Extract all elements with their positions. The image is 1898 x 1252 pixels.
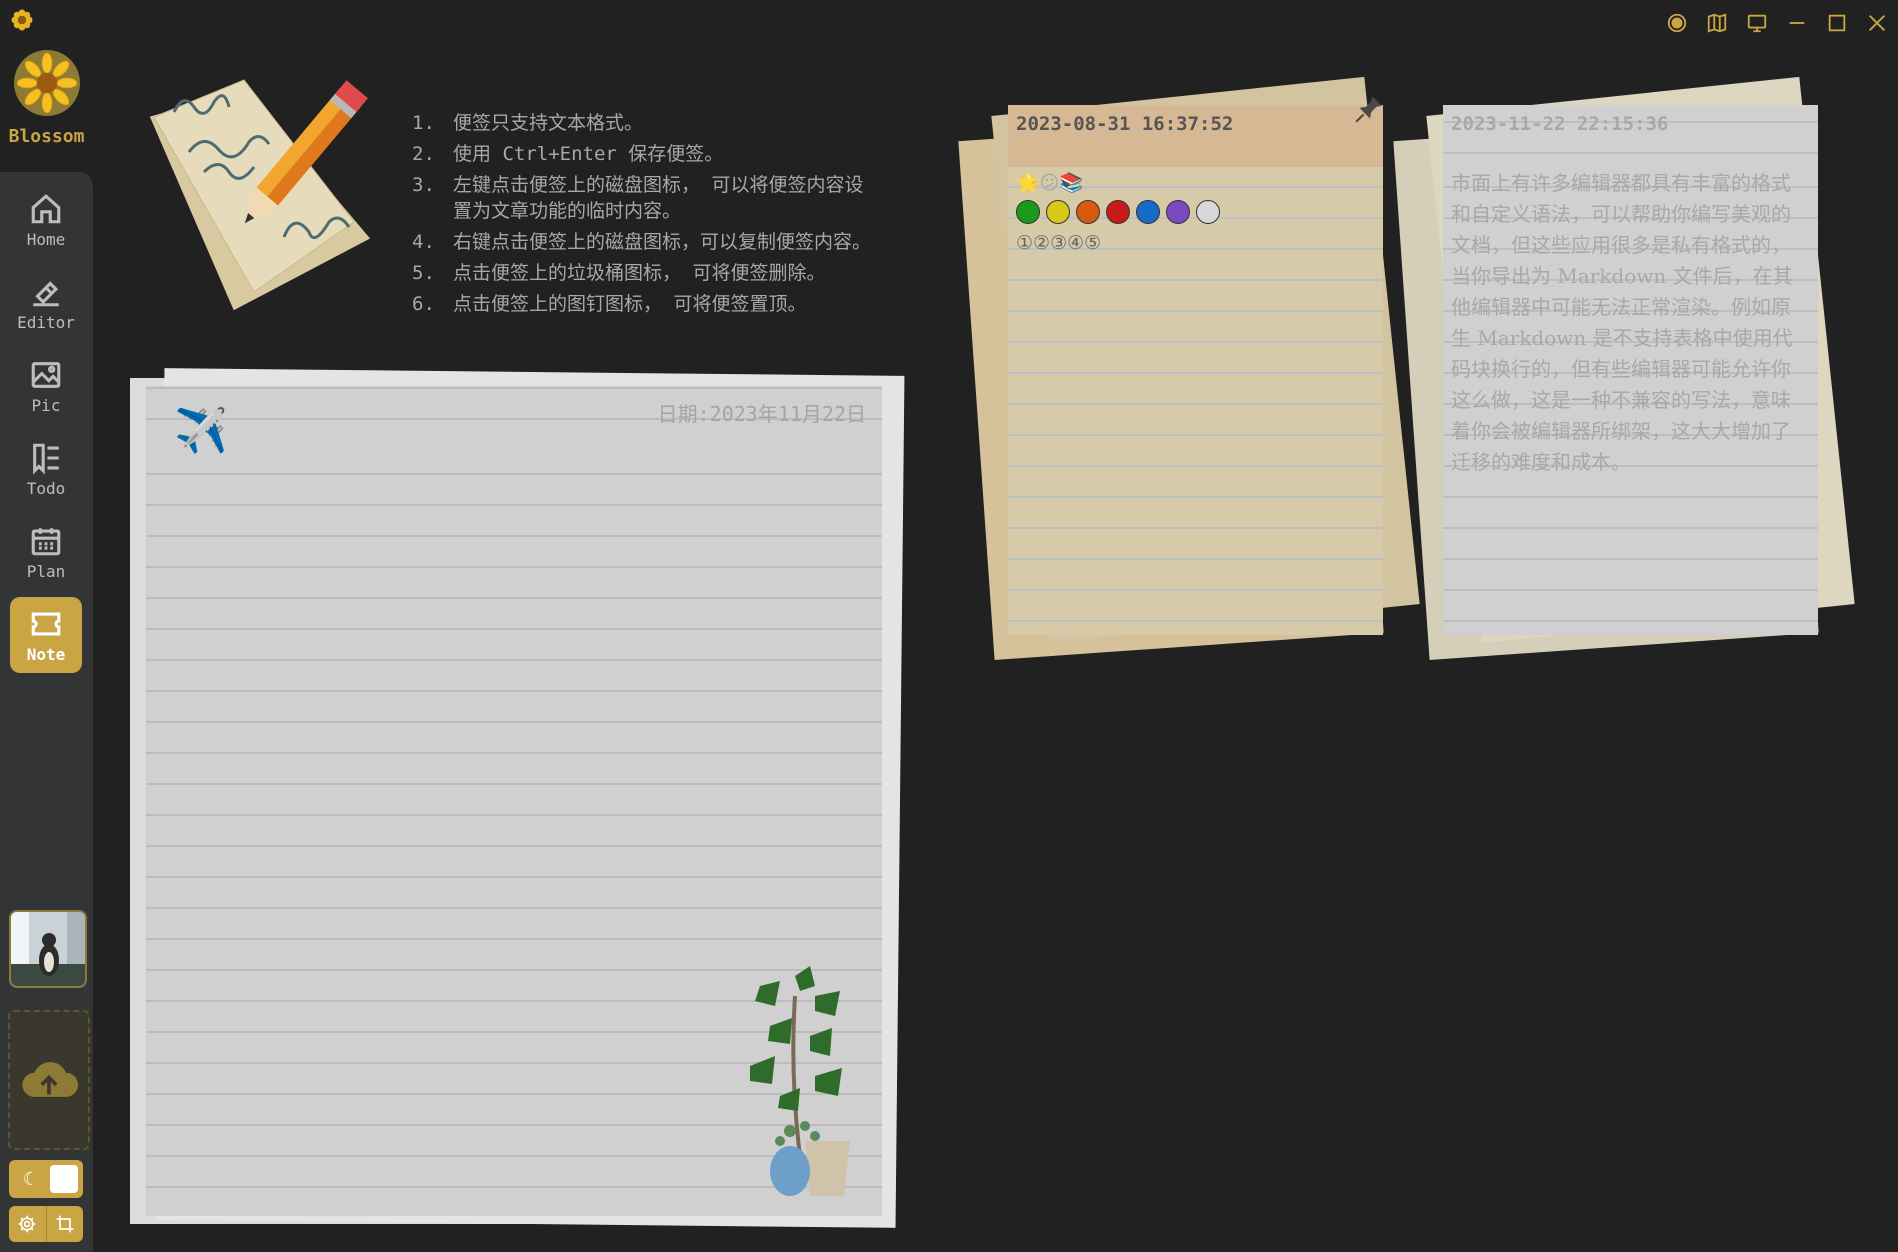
sidebar-item-label: Plan xyxy=(26,561,66,581)
crop-button[interactable] xyxy=(47,1206,84,1242)
upload-area[interactable] xyxy=(8,1010,90,1150)
green-circle xyxy=(1016,200,1040,224)
pin-icon[interactable] xyxy=(1353,93,1385,125)
instruction-item: 4. 右键点击便签上的磁盘图标，可以复制便签内容。 xyxy=(412,231,872,253)
instruction-item: 5. 点击便签上的垃圾桶图标， 可将便签删除。 xyxy=(412,262,826,284)
sidebar-item-note[interactable]: Note xyxy=(10,597,82,673)
brand: Blossom xyxy=(0,50,93,147)
note-timestamp: 2023-11-22 22:15:36 xyxy=(1451,113,1669,135)
paper-pencil-illustration xyxy=(134,72,384,322)
sticky-note-face[interactable]: 2023-11-22 22:15:36 市面上有许多编辑器都具有丰富的格式和自定… xyxy=(1443,105,1818,635)
moon-icon: ☾ xyxy=(23,1168,34,1190)
yellow-circle xyxy=(1046,200,1070,224)
app-name: Blossom xyxy=(8,126,85,147)
plant-illustration xyxy=(750,966,850,1196)
color-circles-row xyxy=(1016,200,1375,224)
record-icon[interactable] xyxy=(1664,10,1690,36)
sunflower-logo-icon[interactable] xyxy=(13,50,80,116)
gear-icon xyxy=(18,1215,36,1233)
sidebar-item-pic[interactable]: Pic xyxy=(10,348,82,424)
sidebar-item-editor[interactable]: Editor xyxy=(10,265,82,341)
sidebar-item-label: Note xyxy=(26,644,66,664)
white-circle xyxy=(1196,200,1220,224)
sticky-note-body[interactable]: 市面上有许多编辑器都具有丰富的格式和自定义语法，可以帮助你编写美观的文档，但这些… xyxy=(1451,168,1810,478)
instruction-item: 1. 便签只支持文本格式。 xyxy=(412,112,644,134)
cloud-upload-icon xyxy=(22,1062,78,1097)
instruction-item: 6. 点击便签上的图钉图标， 可将便签置顶。 xyxy=(412,293,807,315)
maximize-icon[interactable] xyxy=(1824,10,1850,36)
instruction-item: 2. 使用 Ctrl+Enter 保存便签。 xyxy=(412,143,724,165)
main-note: ✈️ 日期:2023年11月22日 xyxy=(130,368,905,1228)
blue-circle xyxy=(1136,200,1160,224)
image-icon xyxy=(31,361,61,388)
close-icon[interactable] xyxy=(1864,10,1890,36)
emoji-row: 🌟😕📚 xyxy=(1016,172,1084,194)
note-timestamp: 2023-08-31 16:37:52 xyxy=(1016,113,1234,135)
bottom-toolbar xyxy=(9,1206,83,1242)
sticky-note[interactable]: 2023-08-31 16:37:52 🌟😕📚 ①②③④⑤ xyxy=(958,76,1420,660)
editor-icon xyxy=(33,280,59,306)
red-circle xyxy=(1106,200,1130,224)
sidebar-item-label: Todo xyxy=(26,478,66,498)
sidebar-item-label: Editor xyxy=(17,312,75,332)
minimize-icon[interactable] xyxy=(1784,10,1810,36)
instruction-item: 3. 左键点击便签上的磁盘图标， 可以将便签内容设置为文章功能的临时内容。 xyxy=(412,174,864,222)
airplane-icon: ✈️ xyxy=(174,405,229,456)
sidebar-item-plan[interactable]: Plan xyxy=(10,514,82,590)
columns-icon[interactable] xyxy=(1704,10,1730,36)
crop-icon xyxy=(56,1215,74,1233)
monitor-icon[interactable] xyxy=(1744,10,1770,36)
calendar-icon xyxy=(31,527,61,555)
window-controls xyxy=(1664,10,1890,36)
ticket-icon xyxy=(31,612,61,635)
toggle-knob xyxy=(50,1165,78,1193)
sidebar-item-label: Home xyxy=(26,229,66,249)
avatar[interactable] xyxy=(9,910,87,988)
orange-circle xyxy=(1076,200,1100,224)
note-date: 日期:2023年11月22日 xyxy=(657,402,866,426)
numbers-row: ①②③④⑤ xyxy=(1016,232,1102,254)
settings-button[interactable] xyxy=(9,1206,47,1242)
sidebar-item-label: Pic xyxy=(31,395,61,415)
note-editor[interactable]: ✈️ 日期:2023年11月22日 xyxy=(146,386,882,1216)
todo-icon xyxy=(33,443,59,475)
sidebar-item-todo[interactable]: Todo xyxy=(10,431,82,507)
sticky-note-face[interactable]: 2023-08-31 16:37:52 🌟😕📚 ①②③④⑤ xyxy=(1008,96,1383,635)
sticky-note-body[interactable]: 🌟😕📚 ①②③④⑤ xyxy=(1016,169,1375,259)
purple-circle xyxy=(1166,200,1190,224)
sidebar-item-home[interactable]: Home xyxy=(10,182,82,258)
instructions-list: 1. 便签只支持文本格式。 2. 使用 Ctrl+Enter 保存便签。 3. 左键点… xyxy=(412,110,882,322)
home-icon xyxy=(31,193,61,223)
sticky-note[interactable]: 2023-11-22 22:15:36 市面上有许多编辑器都具有丰富的格式和自定… xyxy=(1393,76,1855,660)
app-logo-icon xyxy=(10,8,34,32)
theme-toggle[interactable]: ☾ xyxy=(9,1160,83,1198)
